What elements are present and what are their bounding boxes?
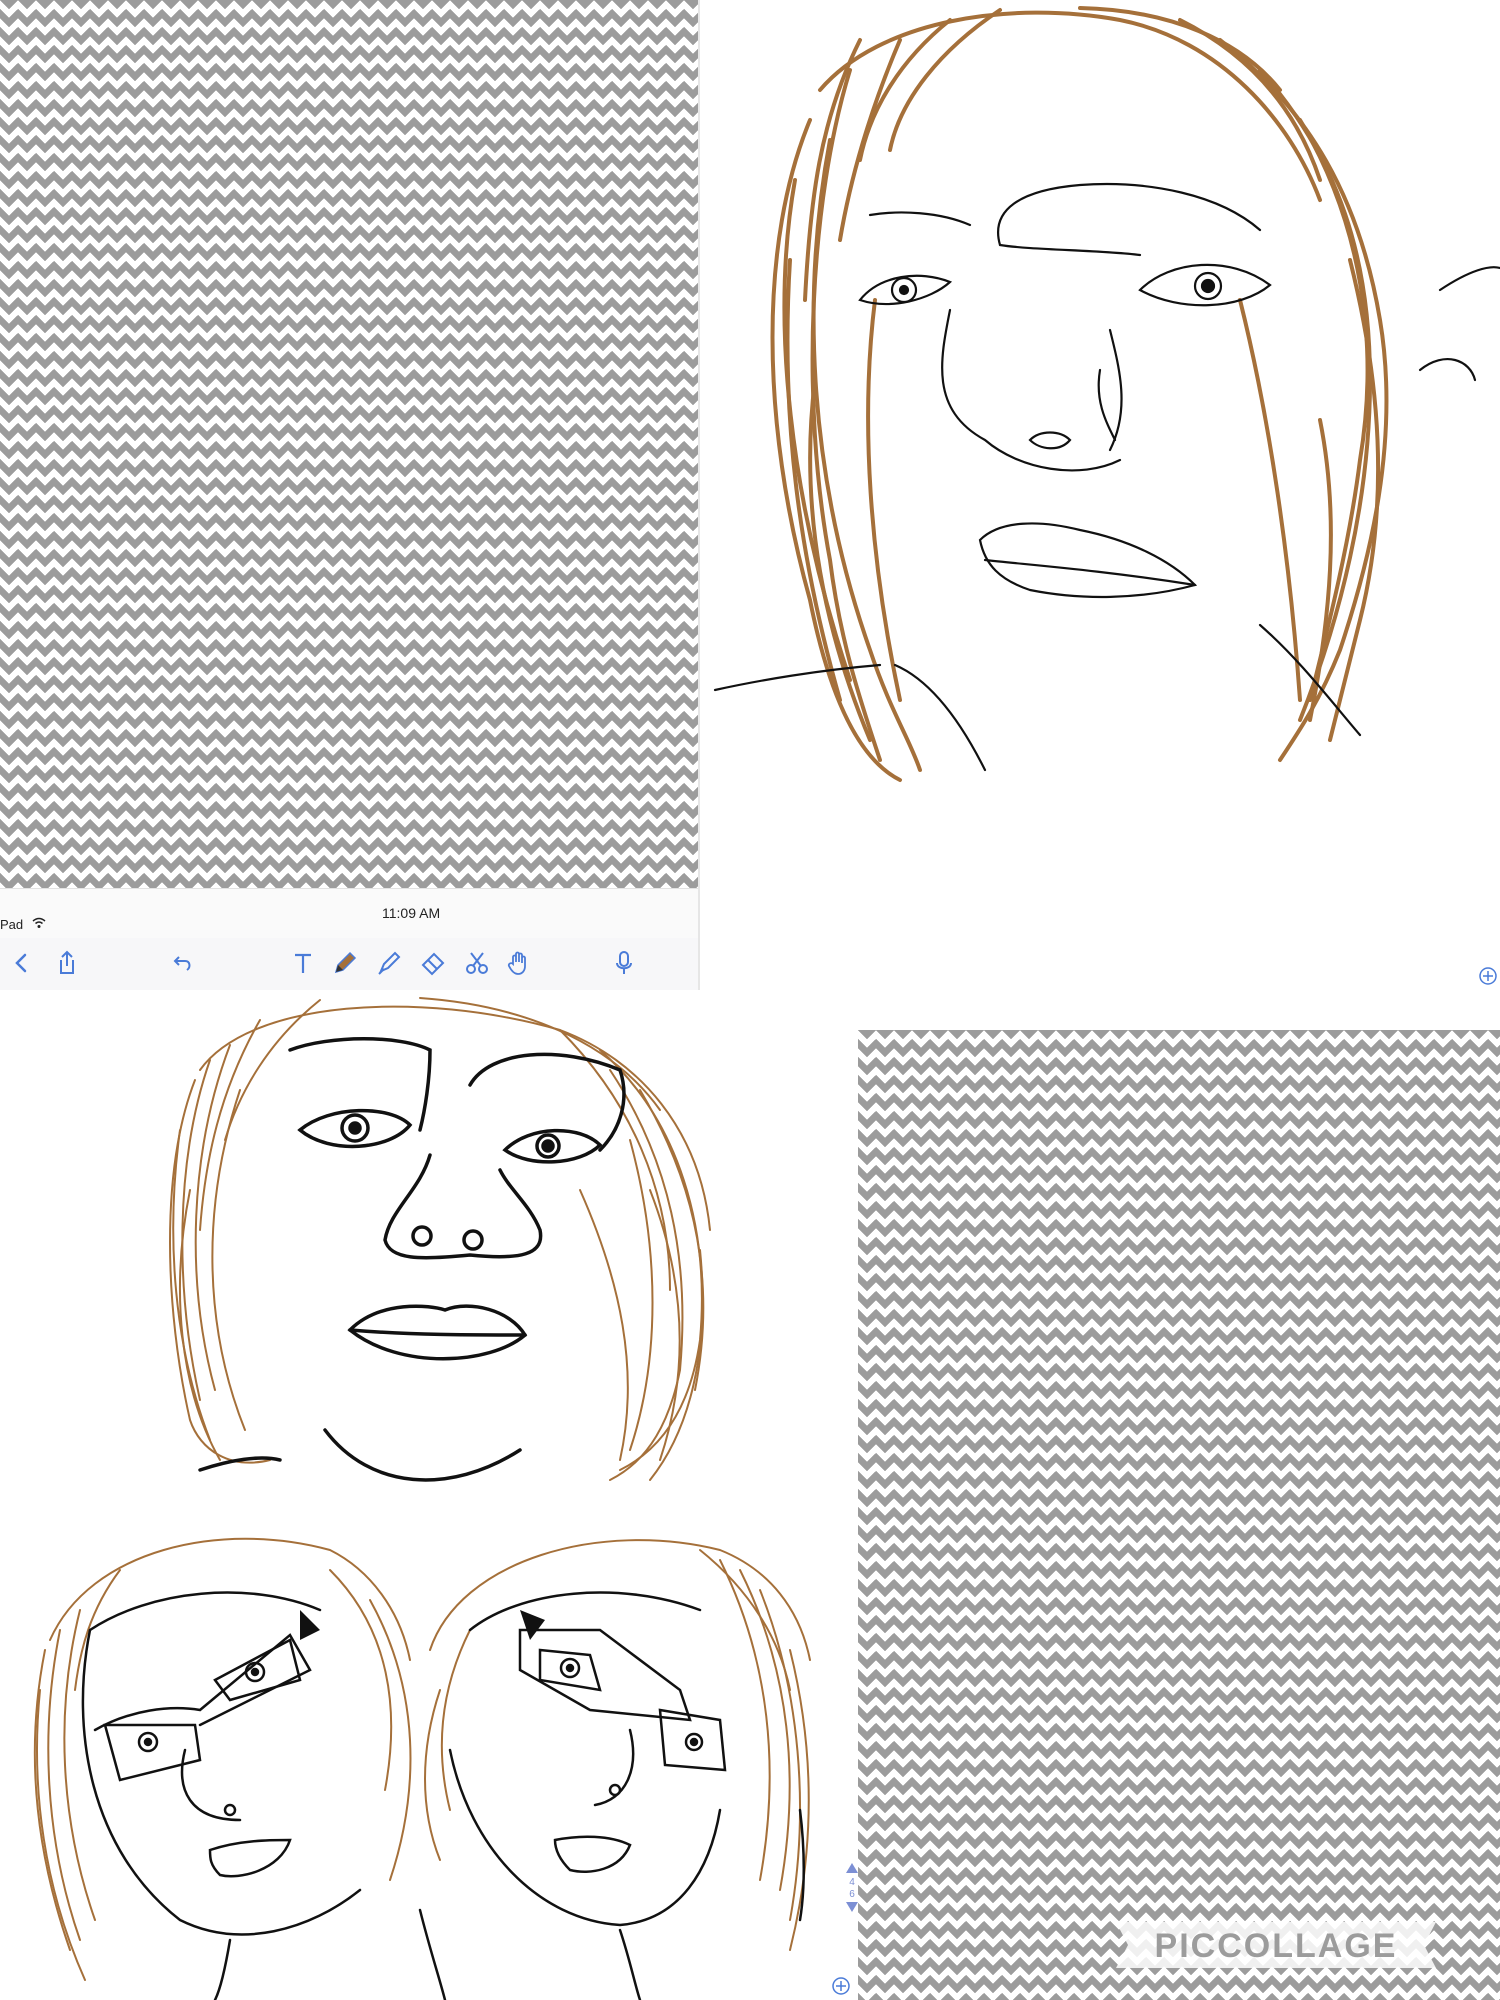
notes-toolbar [0,938,698,991]
page-current: 4 [849,1877,855,1888]
undo-button[interactable] [164,944,202,982]
scissors-tool-icon [466,952,488,974]
page-indicator[interactable]: 4 6 [840,1862,864,1944]
highlighter-tool-button[interactable] [370,944,408,982]
status-bar: Pad 11:09 AM [0,888,698,939]
device-label: Pad [0,917,24,932]
chevron-pattern-top-left [0,0,698,888]
text-tool-icon [295,953,311,973]
chevron-pattern-bottom-right [858,1030,1500,2000]
add-circle-icon [1479,967,1497,985]
hand-tool-button[interactable] [500,944,538,982]
portrait-drawing-large [713,6,1500,782]
add-circle-icon [832,1977,850,1995]
page-total: 6 [849,1889,855,1900]
pencil-tool-icon [334,951,357,974]
back-button[interactable] [2,944,40,982]
page-up-icon [846,1863,858,1873]
share-icon [60,950,74,974]
microphone-button[interactable] [605,944,643,982]
wifi-icon [32,917,46,928]
drawing-panel-top-right [698,0,1500,1030]
share-button[interactable] [48,944,86,982]
watermark-text: PICCOLLAGE [1155,1927,1398,1965]
drawing-panel-bottom-left [0,990,858,2000]
page-down-icon [846,1902,858,1912]
back-icon [15,953,27,973]
status-time: 11:09 AM [382,905,441,921]
piccollage-watermark: PICCOLLAGE [1116,1922,1436,1968]
pencil-tool-button[interactable] [326,944,364,982]
add-page-button-top[interactable] [1474,962,1500,990]
microphone-icon [616,951,632,974]
add-page-button-bottom[interactable] [827,1972,855,2000]
undo-icon [173,956,191,971]
eraser-tool-button[interactable] [414,944,452,982]
hand-tool-icon [507,951,526,975]
scissors-tool-button[interactable] [458,944,496,982]
eraser-tool-icon [421,952,445,976]
portrait-drawing-triple [33,997,811,2000]
text-tool-button[interactable] [284,944,322,982]
collage-canvas: Pad 11:09 AM 4 6 PICCOLLAGE [0,0,1500,2000]
highlighter-tool-icon [378,951,401,975]
